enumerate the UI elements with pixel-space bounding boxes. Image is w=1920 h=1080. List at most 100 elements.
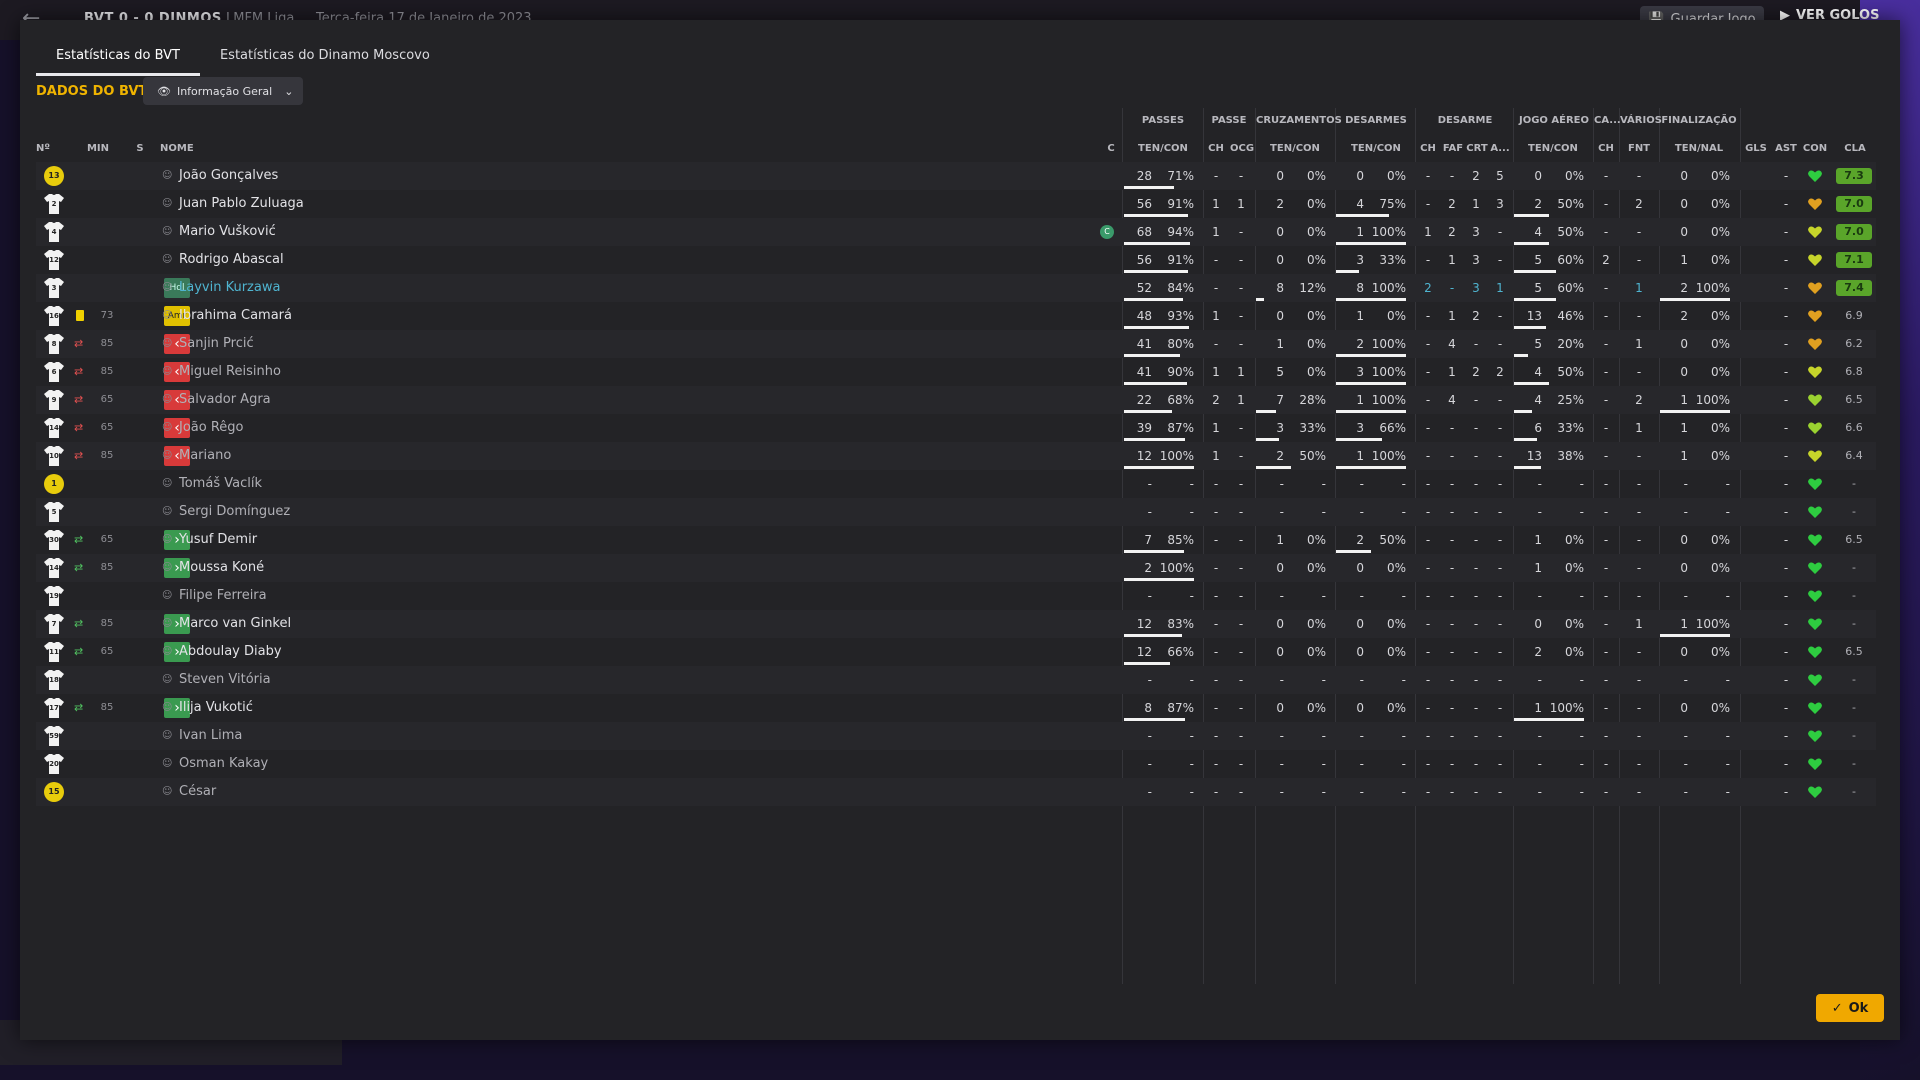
stat-tackle-a: - bbox=[1497, 309, 1503, 323]
table-row[interactable]: 9 ⇄ 65 ‹ ☺ Salvador Agra 22 68% 2 1 7 28% 1 100% -4- -4… bbox=[36, 386, 1876, 414]
stat-tackle-ch: - bbox=[1425, 169, 1431, 183]
table-row[interactable]: 5 ☺ Sergi Domínguez - - - - - - - - - - - - - - - - - - - - bbox=[36, 498, 1876, 526]
stat-tackle-a: - bbox=[1497, 757, 1503, 771]
table-row[interactable]: 18 ☺ Steven Vitória - - - - - - - - - - - - - - - - - - - - bbox=[36, 666, 1876, 694]
table-row[interactable]: 17 ⇄ 85 › ☺ Ilija Vukotić 8 87% - -0 0% 0 0% - - - -1 100… bbox=[36, 694, 1876, 722]
table-row[interactable]: 10 ⇄ 85 ‹ ☺ Mariano 12 100% 1-2 50% 1 100% - - - -13 38%… bbox=[36, 442, 1876, 470]
player-name[interactable]: Yusuf Demir bbox=[179, 526, 257, 554]
column-header-ca-ch[interactable]: CH bbox=[1594, 143, 1618, 154]
stat-tackles-bar bbox=[1336, 382, 1406, 385]
match-rating: 6.5 bbox=[1845, 393, 1863, 406]
column-header-fin[interactable]: TEN/NAL bbox=[1660, 143, 1738, 154]
table-row[interactable]: 20 ☺ Osman Kakay - - - - - - - - - - - - - - - - - - - - bbox=[36, 750, 1876, 778]
player-name[interactable]: Ilija Vukotić bbox=[179, 694, 253, 722]
tab-bvt-stats[interactable]: Estatísticas do BVT bbox=[36, 36, 200, 76]
column-header-passes[interactable]: TEN/CON bbox=[1124, 143, 1202, 154]
tab-dinamo-stats[interactable]: Estatísticas do Dinamo Moscovo bbox=[200, 36, 450, 76]
player-name[interactable]: Mario Vušković bbox=[179, 218, 276, 246]
table-row[interactable]: 8 ⇄ 85 ‹ ☺ Sanjin Prcić 41 80% - -1 0% 2 100% -4- -5 20… bbox=[36, 330, 1876, 358]
player-name[interactable]: Miguel Reisinho bbox=[179, 358, 281, 386]
column-header-d-ch[interactable]: CH bbox=[1418, 143, 1438, 154]
table-row[interactable]: 12 ☺ Rodrigo Abascal 56 91% - -0 0% 3 33% -1 3-5 60%… bbox=[36, 246, 1876, 274]
stat-pass-ocg: - bbox=[1238, 169, 1244, 183]
player-name[interactable]: Osman Kakay bbox=[179, 750, 268, 778]
condition-heart-icon bbox=[1808, 198, 1822, 210]
substitution-out-icon: ⇄ bbox=[74, 337, 84, 350]
stat-ca-ch: 2 bbox=[1602, 253, 1610, 267]
person-icon: ☺ bbox=[162, 282, 173, 293]
stat-tackle-a: 1 bbox=[1496, 281, 1504, 295]
stat-assists: - bbox=[1783, 729, 1789, 743]
player-name[interactable]: Layvin Kurzawa bbox=[179, 274, 280, 302]
table-row[interactable]: 16 73 Amr ☺ Ibrahima Camará 48 93% 1-0 0% 1 0% -1 2-… bbox=[36, 302, 1876, 330]
player-name[interactable]: Sergi Domínguez bbox=[179, 498, 290, 526]
column-header-con[interactable]: CON bbox=[1802, 143, 1828, 154]
column-header-des[interactable]: TEN/CON bbox=[1338, 143, 1414, 154]
player-name[interactable]: Mariano bbox=[179, 442, 231, 470]
match-rating: 7.4 bbox=[1836, 280, 1872, 296]
player-name[interactable]: Moussa Koné bbox=[179, 554, 264, 582]
condition-heart-icon bbox=[1808, 758, 1822, 770]
ok-button[interactable]: ✓ Ok bbox=[1816, 994, 1884, 1022]
table-row[interactable]: 6 ⇄ 85 ‹ ☺ Miguel Reisinho 41 90% 1 1 5 0% 3 100% -1 2 2… bbox=[36, 358, 1876, 386]
table-row[interactable]: 15 ☺ César - - - - - - - - - - - - - - - - - - - - bbox=[36, 778, 1876, 806]
table-row[interactable]: 13 ☺ João Gonçalves 28 71% - -0 0% 0 0% - -2 5 0 0% - -0… bbox=[36, 162, 1876, 190]
player-name[interactable]: João Gonçalves bbox=[179, 162, 278, 190]
table-row[interactable]: 3 Hdl ☺ Layvin Kurzawa 52 84% - -8 12% 8 100% 2-3 1 5… bbox=[36, 274, 1876, 302]
player-name[interactable]: Steven Vitória bbox=[179, 666, 271, 694]
column-header-gls[interactable]: GLS bbox=[1744, 143, 1768, 154]
column-header-cla[interactable]: CLA bbox=[1838, 143, 1872, 154]
column-header-d-faf[interactable]: FAF bbox=[1442, 143, 1464, 154]
player-name[interactable]: César bbox=[179, 778, 216, 806]
table-row[interactable]: 30 ⇄ 65 › ☺ Yusuf Demir 7 85% - -1 0% 2 50% - - - -1 0% - -… bbox=[36, 526, 1876, 554]
player-name[interactable]: Ibrahima Camará bbox=[179, 302, 292, 330]
player-name[interactable]: Sanjin Prcić bbox=[179, 330, 254, 358]
column-header-num[interactable]: Nº bbox=[36, 143, 64, 154]
column-header-passe-ch[interactable]: CH bbox=[1206, 143, 1226, 154]
column-header-d-a[interactable]: A... bbox=[1490, 143, 1510, 154]
column-header-passe-ocg[interactable]: OCG bbox=[1230, 143, 1254, 154]
stat-goals bbox=[1744, 526, 1768, 554]
column-header-fnt[interactable]: FNT bbox=[1620, 143, 1658, 154]
column-header-min[interactable]: MIN bbox=[86, 143, 110, 154]
stat-tackle-faf: - bbox=[1449, 505, 1455, 519]
column-header-name[interactable]: NOME bbox=[160, 143, 220, 154]
stat-goals bbox=[1744, 414, 1768, 442]
table-row[interactable]: 14 ⇄ 85 › ☺ Moussa Koné 2 100% - -0 0% 0 0% - - - -1 0% - -… bbox=[36, 554, 1876, 582]
player-name[interactable]: Ivan Lima bbox=[179, 722, 242, 750]
player-name[interactable]: Juan Pablo Zuluaga bbox=[179, 190, 304, 218]
stat-pass-ocg: - bbox=[1238, 337, 1244, 351]
column-header-c[interactable]: C bbox=[1105, 143, 1117, 154]
condition-heart-icon bbox=[1808, 422, 1822, 434]
stat-crosses-percent: 0% bbox=[1306, 309, 1326, 323]
view-dropdown[interactable]: 👁 Informação Geral ⌄ bbox=[143, 77, 303, 105]
table-row[interactable]: 4 ☺ Mario Vušković C 68 94% 1-0 0% 1 100% 1 2 3-4 50%… bbox=[36, 218, 1876, 246]
player-name[interactable]: Salvador Agra bbox=[179, 386, 271, 414]
captain-icon: C bbox=[1100, 225, 1114, 239]
stat-crosses-attempts: 0 bbox=[1276, 309, 1284, 323]
stat-goals bbox=[1744, 330, 1768, 358]
column-header-ast[interactable]: AST bbox=[1774, 143, 1798, 154]
column-header-s[interactable]: S bbox=[135, 143, 145, 154]
player-name[interactable]: João Rêgo bbox=[179, 414, 244, 442]
player-name[interactable]: Filipe Ferreira bbox=[179, 582, 267, 610]
player-name[interactable]: Tomáš Vaclík bbox=[179, 470, 262, 498]
stat-shots-percent: 0% bbox=[1710, 561, 1730, 575]
column-header-d-crt[interactable]: CRT bbox=[1466, 143, 1488, 154]
table-row[interactable]: 59 ☺ Ivan Lima - - - - - - - - - - - - - - - - - - - - bbox=[36, 722, 1876, 750]
player-name[interactable]: Abdoulay Diaby bbox=[179, 638, 282, 666]
table-row[interactable]: 19 ☺ Filipe Ferreira - - - - - - - - - - - - - - - - - - - - bbox=[36, 582, 1876, 610]
minute-value bbox=[96, 666, 118, 694]
table-row[interactable]: 1 ☺ Tomáš Vaclík - - - - - - - - - - - - - - - - - - - - bbox=[36, 470, 1876, 498]
stat-tackle-ch: - bbox=[1425, 561, 1431, 575]
column-header-aereo[interactable]: TEN/CON bbox=[1514, 143, 1592, 154]
table-row[interactable]: 11 ⇄ 65 › ☺ Abdoulay Diaby 12 66% - -0 0% 0 0% - - - -2 0… bbox=[36, 638, 1876, 666]
stat-pass-ch: - bbox=[1213, 589, 1219, 603]
player-name[interactable]: Rodrigo Abascal bbox=[179, 246, 284, 274]
table-row[interactable]: 14 ⇄ 65 ‹ ☺ João Rêgo 39 87% 1-3 33% 3 66% - - - -6 33% -… bbox=[36, 414, 1876, 442]
stat-tackle-faf: - bbox=[1449, 281, 1455, 295]
column-header-cruz[interactable]: TEN/CON bbox=[1256, 143, 1334, 154]
table-row[interactable]: 7 ⇄ 85 › ☺ Marco van Ginkel 12 83% - -0 0% 0 0% - - - -0… bbox=[36, 610, 1876, 638]
player-name[interactable]: Marco van Ginkel bbox=[179, 610, 291, 638]
table-row[interactable]: 2 ☺ Juan Pablo Zuluaga 56 91% 1 1 2 0% 4 75% -2 1 3 2 5… bbox=[36, 190, 1876, 218]
